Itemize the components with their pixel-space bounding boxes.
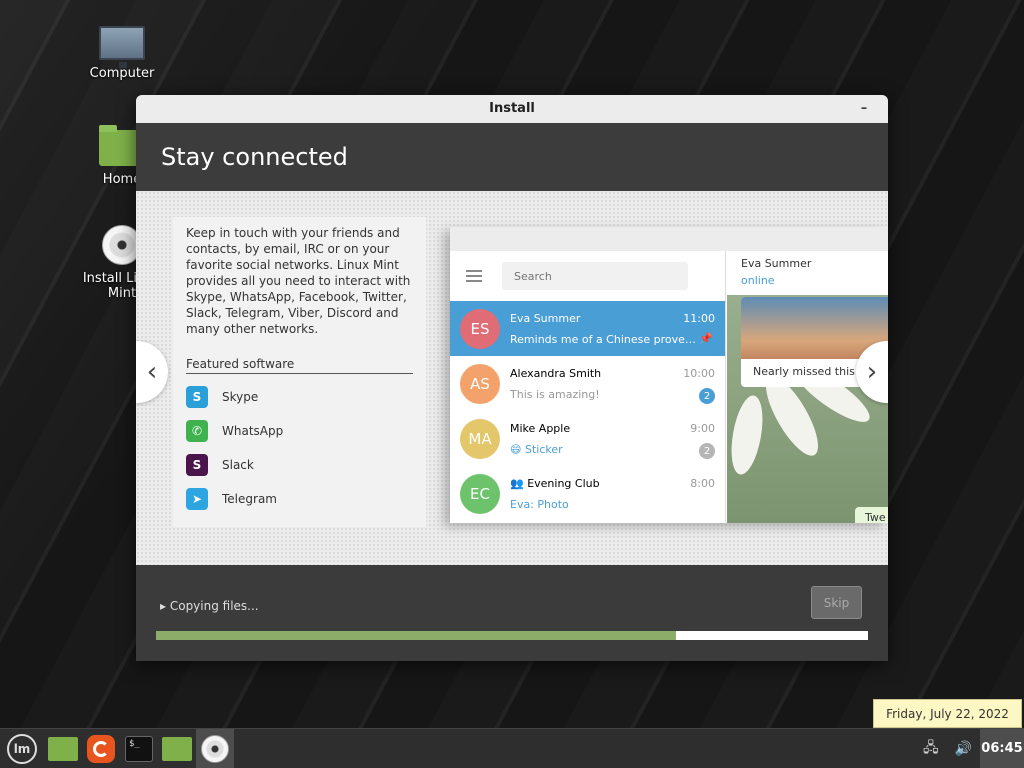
show-desktop-button[interactable] — [44, 729, 82, 768]
skype-icon: S — [186, 386, 208, 408]
skip-button[interactable]: Skip — [811, 586, 862, 619]
installer-window: Install – Stay connected Keep in touch w… — [136, 95, 888, 661]
message-bubble: Twe — [855, 507, 888, 523]
progress-bar — [156, 631, 868, 640]
unread-badge: 2 — [699, 443, 715, 459]
telegram-chat-list: ES Eva Summer Reminds me of a Chinese pr… — [450, 251, 726, 523]
avatar: ES — [460, 308, 500, 349]
avatar: MA — [460, 418, 500, 459]
avatar: EC — [460, 473, 500, 514]
chat-name: Eva Summer — [510, 312, 581, 325]
chat-message: Eva: Photo — [510, 498, 569, 511]
firefox-launcher[interactable] — [82, 729, 120, 768]
telegram-icon: ➤ — [186, 488, 208, 510]
installer-task-button[interactable] — [196, 728, 234, 768]
chat-time: 9:00 — [690, 422, 715, 435]
terminal-icon: $_ — [125, 735, 153, 762]
folder-icon — [162, 736, 192, 761]
conversation-header: Eva Summer online — [727, 251, 888, 295]
telegram-search-input — [502, 262, 688, 290]
taskbar: lm $_ 🖧 🔊 06:45 — [0, 728, 1024, 768]
software-name: Telegram — [222, 492, 277, 506]
clock[interactable]: 06:45 — [980, 728, 1024, 768]
conversation-name: Eva Summer — [741, 257, 812, 270]
chat-item: ES Eva Summer Reminds me of a Chinese pr… — [450, 301, 725, 356]
terminal-launcher[interactable]: $_ — [120, 729, 158, 768]
status-expander[interactable]: ▸ Copying files... — [160, 599, 259, 613]
window-title: Install — [489, 101, 535, 116]
conversation-status: online — [741, 274, 775, 287]
chat-message: Reminds me of a Chinese proverb… — [510, 333, 700, 346]
software-item-telegram: ➤ Telegram — [186, 488, 413, 510]
chat-time: 8:00 — [690, 477, 715, 490]
folder-icon — [48, 736, 78, 761]
minimize-button[interactable]: – — [854, 95, 874, 123]
slide-title: Stay connected — [136, 123, 888, 191]
telegram-titlebar — [450, 227, 888, 251]
system-tray: 🖧 🔊 06:45 — [915, 728, 1024, 768]
software-item-slack: S Slack — [186, 454, 413, 476]
files-launcher[interactable] — [158, 729, 196, 768]
expander-arrow-icon: ▸ — [160, 599, 170, 613]
menu-button[interactable]: lm — [0, 729, 44, 768]
chat-time: 10:00 — [683, 367, 715, 380]
software-name: WhatsApp — [222, 424, 284, 438]
pin-icon: 📌 — [699, 332, 713, 345]
desktop-icon-computer[interactable]: Computer — [67, 26, 177, 81]
software-name: Skype — [222, 390, 259, 404]
avatar: AS — [460, 363, 500, 404]
featured-software-heading: Featured software — [186, 357, 413, 374]
chat-name: Alexandra Smith — [510, 367, 602, 380]
chat-time: 11:00 — [683, 312, 715, 325]
chat-item: EC 👥 Evening Club Eva: Photo 8:00 — [450, 466, 725, 521]
computer-icon — [99, 26, 145, 68]
flower-petal — [726, 393, 768, 477]
chat-message: This is amazing! — [510, 388, 600, 401]
slideshow: Keep in touch with your friends and cont… — [136, 191, 888, 565]
window-titlebar[interactable]: Install – — [136, 95, 888, 123]
unread-badge: 2 — [699, 388, 715, 404]
install-footer: ▸ Copying files... Skip — [136, 565, 888, 661]
chat-item: AS Alexandra Smith This is amazing! 10:0… — [450, 356, 725, 411]
telegram-search-row — [450, 251, 725, 301]
software-item-skype: S Skype — [186, 386, 413, 408]
status-text: Copying files... — [169, 599, 259, 613]
slide-text-card: Keep in touch with your friends and cont… — [173, 217, 426, 527]
firefox-icon — [87, 734, 115, 763]
date-tooltip: Friday, July 22, 2022 — [873, 699, 1022, 728]
hamburger-menu-icon — [466, 270, 482, 282]
software-item-whatsapp: ✆ WhatsApp — [186, 420, 413, 442]
chat-name: Mike Apple — [510, 422, 571, 435]
whatsapp-icon: ✆ — [186, 420, 208, 442]
network-icon[interactable]: 🖧 — [923, 737, 939, 761]
software-name: Slack — [222, 458, 254, 472]
desktop-icon-label: Computer — [89, 66, 155, 81]
chat-name: 👥 Evening Club — [510, 477, 600, 490]
disc-icon — [201, 734, 229, 763]
volume-icon[interactable]: 🔊 — [955, 741, 972, 757]
chat-message: 😄 Sticker — [510, 443, 563, 456]
progress-fill — [156, 631, 676, 640]
slide-description: Keep in touch with your friends and cont… — [186, 226, 411, 336]
slack-icon: S — [186, 454, 208, 476]
prev-slide-button[interactable]: ‹ — [136, 341, 168, 403]
telegram-screenshot: ES Eva Summer Reminds me of a Chinese pr… — [450, 227, 888, 523]
linux-mint-logo-icon: lm — [7, 733, 37, 764]
chat-item: MA Mike Apple 😄 Sticker 9:00 2 — [450, 411, 725, 466]
